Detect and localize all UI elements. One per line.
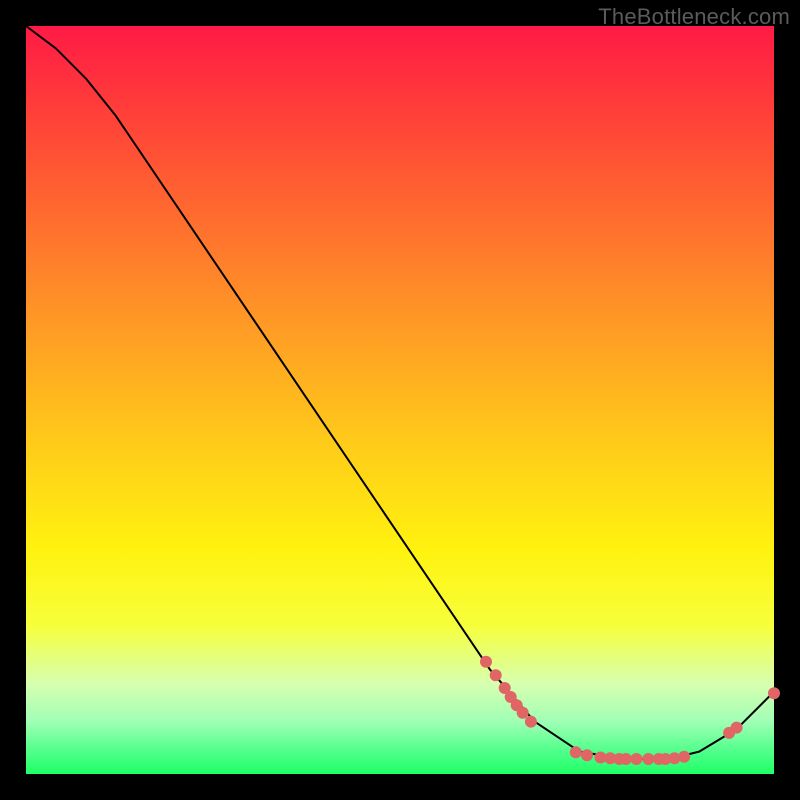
- scatter-point: [570, 746, 582, 758]
- chart-frame: TheBottleneck.com: [0, 0, 800, 800]
- plot-area: [26, 26, 774, 774]
- scatter-point: [768, 687, 780, 699]
- scatter-point: [630, 753, 642, 765]
- scatter-point: [517, 707, 529, 719]
- scatter-point: [525, 716, 537, 728]
- watermark-text: TheBottleneck.com: [598, 4, 790, 30]
- scatter-point: [642, 753, 654, 765]
- scatter-point: [480, 656, 492, 668]
- scatter-point: [620, 753, 632, 765]
- scatter-point: [731, 722, 743, 734]
- scatter-point: [581, 749, 593, 761]
- curve-line: [26, 26, 774, 759]
- scatter-point: [490, 669, 502, 681]
- scatter-group: [480, 656, 780, 765]
- chart-svg: [26, 26, 774, 774]
- scatter-point: [678, 751, 690, 763]
